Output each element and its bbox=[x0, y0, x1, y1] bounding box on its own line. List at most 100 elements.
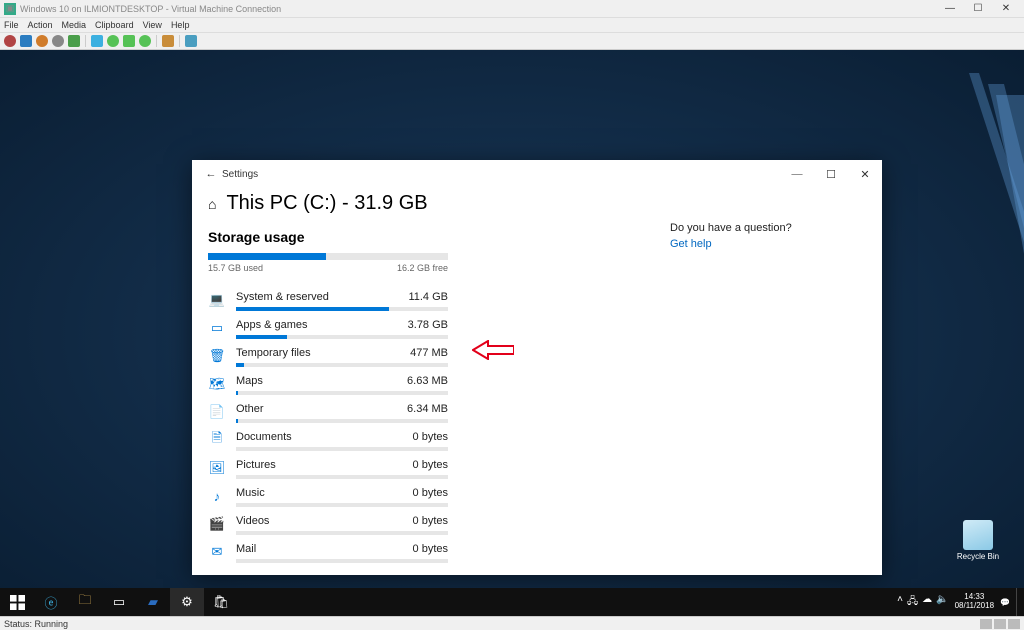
settings-window-title: Settings bbox=[222, 169, 258, 180]
category-name: System & reserved bbox=[236, 291, 329, 303]
get-help-link[interactable]: Get help bbox=[670, 238, 866, 250]
category-bar bbox=[236, 307, 448, 311]
category-bar bbox=[236, 363, 448, 367]
host-minimize-button[interactable]: — bbox=[936, 3, 964, 14]
total-used-label: 15.7 GB used bbox=[208, 263, 263, 273]
host-maximize-button[interactable]: ☐ bbox=[964, 3, 992, 14]
storage-category-temporary-files[interactable]: 🗑Temporary files477 MB bbox=[208, 341, 448, 369]
host-toolbar bbox=[0, 33, 1024, 50]
storage-category-apps-games[interactable]: ▭Apps & games3.78 GB bbox=[208, 313, 448, 341]
category-name: Documents bbox=[236, 431, 292, 443]
tb-enhanced-icon[interactable] bbox=[162, 35, 174, 47]
vm-app-icon: ▣ bbox=[4, 3, 16, 15]
settings-taskbar-icon[interactable]: ⚙ bbox=[170, 588, 204, 616]
category-icon: 🖼 bbox=[208, 459, 226, 477]
host-indicator-icon bbox=[1008, 619, 1020, 629]
storage-category-documents[interactable]: 🗎 Documents 0 bytes bbox=[208, 425, 448, 453]
category-icon: ▭ bbox=[208, 319, 226, 337]
help-question: Do you have a question? bbox=[670, 222, 866, 234]
settings-window: ← Settings — ☐ ✕ ⌂ This PC (C:) - 31.9 G… bbox=[192, 160, 882, 575]
host-indicator-icon bbox=[994, 619, 1006, 629]
tb-reset-icon[interactable] bbox=[107, 35, 119, 47]
storage-category-mail[interactable]: ✉Mail0 bytes bbox=[208, 537, 448, 565]
tb-pause-icon[interactable] bbox=[91, 35, 103, 47]
tb-turnoff-icon[interactable] bbox=[36, 35, 48, 47]
category-size: 0 bytes bbox=[413, 431, 448, 443]
menu-file[interactable]: File bbox=[4, 20, 19, 30]
settings-maximize-button[interactable]: ☐ bbox=[814, 160, 848, 188]
tray-volume-icon[interactable]: 🔈 bbox=[936, 594, 948, 611]
category-name: Maps bbox=[236, 375, 263, 387]
menu-action[interactable]: Action bbox=[28, 20, 53, 30]
category-size: 6.34 MB bbox=[407, 403, 448, 415]
store-icon[interactable]: 🛍 bbox=[204, 588, 238, 616]
host-status-text: Status: Running bbox=[4, 619, 68, 629]
category-bar bbox=[236, 475, 448, 479]
taskbar-clock[interactable]: 14:33 08/11/2018 bbox=[955, 593, 994, 611]
category-icon: 🗑 bbox=[208, 347, 226, 365]
page-title: This PC (C:) - 31.9 GB bbox=[226, 192, 427, 215]
back-button[interactable]: ← bbox=[200, 168, 222, 180]
host-indicator-icon bbox=[980, 619, 992, 629]
category-size: 0 bytes bbox=[413, 459, 448, 471]
start-button[interactable] bbox=[0, 588, 34, 616]
storage-category-music[interactable]: ♪Music0 bytes bbox=[208, 481, 448, 509]
tray-onedrive-icon[interactable]: ☁ bbox=[922, 594, 932, 611]
host-menubar: File Action Media Clipboard View Help bbox=[0, 18, 1024, 33]
category-icon: 💻 bbox=[208, 291, 226, 309]
category-bar bbox=[236, 335, 448, 339]
category-bar bbox=[236, 559, 448, 563]
action-center-icon[interactable]: 💬 bbox=[1000, 598, 1010, 607]
host-close-button[interactable]: ✕ bbox=[992, 3, 1020, 14]
menu-media[interactable]: Media bbox=[62, 20, 87, 30]
tb-shutdown-icon[interactable] bbox=[52, 35, 64, 47]
tb-checkpoint-icon[interactable] bbox=[123, 35, 135, 47]
storage-category-other[interactable]: 📄Other6.34 MB bbox=[208, 397, 448, 425]
settings-close-button[interactable]: ✕ bbox=[848, 160, 882, 188]
recycle-bin[interactable]: Recycle Bin bbox=[954, 520, 1002, 561]
tb-revert-icon[interactable] bbox=[139, 35, 151, 47]
file-explorer-icon[interactable]: 🗀 bbox=[68, 588, 102, 616]
category-size: 477 MB bbox=[410, 347, 448, 359]
category-name: Pictures bbox=[236, 459, 276, 471]
powershell-icon[interactable]: ▰ bbox=[136, 588, 170, 616]
storage-category-pictures[interactable]: 🖼 Pictures 0 bytes bbox=[208, 453, 448, 481]
category-bar bbox=[236, 419, 448, 423]
storage-category-videos[interactable]: 🎬Videos0 bytes bbox=[208, 509, 448, 537]
category-bar bbox=[236, 503, 448, 507]
category-icon: 📄 bbox=[208, 403, 226, 421]
total-usage-bar bbox=[208, 253, 448, 260]
tray-network-icon[interactable]: 🖧 bbox=[907, 594, 918, 611]
storage-category-list: 💻System & reserved11.4 GB▭Apps & games3.… bbox=[208, 285, 448, 565]
tb-caltdel-icon[interactable] bbox=[4, 35, 16, 47]
host-statusbar: Status: Running bbox=[0, 616, 1024, 630]
settings-minimize-button[interactable]: — bbox=[780, 160, 814, 188]
host-title: Windows 10 on ILMIONTDESKTOP - Virtual M… bbox=[20, 4, 281, 14]
home-icon[interactable]: ⌂ bbox=[208, 196, 216, 212]
category-name: Videos bbox=[236, 515, 269, 527]
menu-help[interactable]: Help bbox=[171, 20, 190, 30]
menu-clipboard[interactable]: Clipboard bbox=[95, 20, 134, 30]
tb-save-icon[interactable] bbox=[68, 35, 80, 47]
category-name: Apps & games bbox=[236, 319, 308, 331]
tb-start-icon[interactable] bbox=[20, 35, 32, 47]
category-bar bbox=[236, 391, 448, 395]
category-bar bbox=[236, 447, 448, 451]
category-size: 0 bytes bbox=[413, 487, 448, 499]
storage-category-maps[interactable]: 🗺Maps6.63 MB bbox=[208, 369, 448, 397]
category-icon: 🗎 bbox=[208, 431, 226, 449]
terminal-icon[interactable]: ▭ bbox=[102, 588, 136, 616]
recycle-bin-label: Recycle Bin bbox=[954, 552, 1002, 561]
system-tray[interactable]: ˄ 🖧 ☁ 🔈 14:33 08/11/2018 💬 bbox=[897, 588, 1024, 616]
tray-up-icon[interactable]: ˄ bbox=[897, 594, 903, 611]
edge-icon[interactable]: ⓔ bbox=[34, 588, 68, 616]
storage-category-system-reserved[interactable]: 💻System & reserved11.4 GB bbox=[208, 285, 448, 313]
menu-view[interactable]: View bbox=[143, 20, 162, 30]
taskbar: ⓔ 🗀 ▭ ▰ ⚙ 🛍 ˄ 🖧 ☁ 🔈 14:33 08/11/2018 💬 bbox=[0, 588, 1024, 616]
settings-titlebar[interactable]: ← Settings — ☐ ✕ bbox=[192, 160, 882, 188]
category-size: 6.63 MB bbox=[407, 375, 448, 387]
tb-share-icon[interactable] bbox=[185, 35, 197, 47]
show-desktop-button[interactable] bbox=[1016, 588, 1020, 616]
category-size: 0 bytes bbox=[413, 543, 448, 555]
category-name: Music bbox=[236, 487, 265, 499]
